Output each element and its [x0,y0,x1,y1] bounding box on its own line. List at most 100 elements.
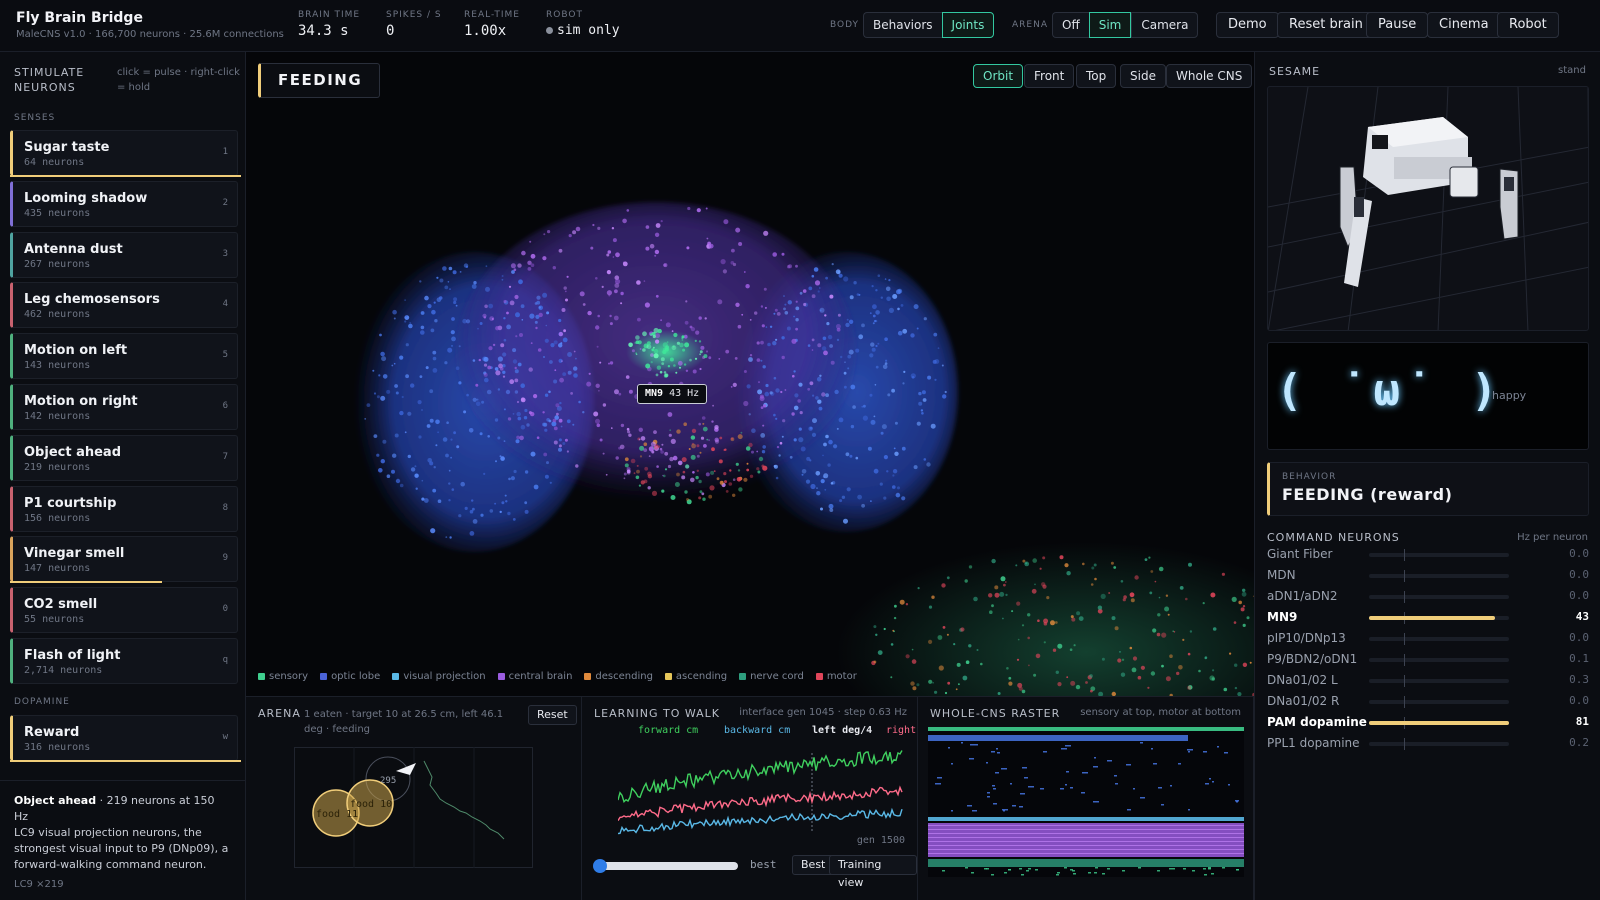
neuron-point [553,426,558,431]
body-toggle: Behaviors Joints [863,12,995,38]
neuron-point [839,499,843,503]
stimulus-button[interactable]: Looming shadow 435 neurons 2 [10,180,238,227]
neuron-point [582,303,586,306]
raster-band [1208,868,1211,870]
raster-band [942,870,945,872]
brain-viewport[interactable]: FEEDING Orbit Front Top Side Whole CNS M… [246,52,1254,696]
arena-off-button[interactable]: Off [1052,12,1089,38]
stimulus-button[interactable]: P1 courtship 156 neurons 8 [10,485,238,532]
command-neuron-row[interactable]: DNa01/02 R 0.0 [1267,692,1589,712]
neuron-point [432,368,438,373]
neuron-point [696,469,699,472]
view-orbit-button[interactable]: Orbit [973,64,1024,88]
bar-tick [1404,654,1405,666]
stimulus-button[interactable]: Motion on left 143 neurons 5 [10,333,238,380]
stimulus-button[interactable]: Reward 316 neurons w [10,715,241,762]
neuron-point [1241,591,1247,597]
view-whole-cns-button[interactable]: Whole CNS [1166,64,1253,88]
legend-swatch [258,673,265,680]
brain-render[interactable] [246,52,1254,696]
command-neuron-row[interactable]: MDN 0.0 [1267,566,1589,586]
stimulus-button[interactable]: CO2 smell 55 neurons 0 [10,587,238,634]
neuron-point [431,309,436,315]
raster-band [937,777,942,779]
neurons-word: neurons [48,411,91,422]
view-front-button[interactable]: Front [1024,64,1075,88]
cinema-button[interactable]: Cinema [1427,12,1501,38]
generation-slider[interactable] [593,859,738,873]
neuron-point [1240,607,1245,612]
neuron-tag[interactable]: MN9 43 Hz [637,384,708,404]
neuron-point [1034,583,1036,586]
arena-sim-button[interactable]: Sim [1088,12,1132,38]
arena-reset-button[interactable]: Reset [528,705,577,725]
neuron-point [654,232,660,237]
neuron-point [660,357,665,362]
neuron-point [437,431,439,434]
neuron-point [1054,621,1058,624]
raster-band [1019,806,1023,808]
command-neuron-row[interactable]: P9/BDN2/oDN1 0.1 [1267,650,1589,670]
neuron-point [386,474,391,479]
command-neuron-row[interactable]: aDN1/aDN2 0.0 [1267,587,1589,607]
behavior-label: BEHAVIOR [1282,472,1337,482]
neuron-point [558,438,562,442]
arena-map[interactable]: 295 food 11 food 10 [294,747,534,869]
neuron-point [638,484,641,487]
neuron-point [783,307,786,311]
command-neuron-row[interactable]: pIP10/DNp13 0.0 [1267,629,1589,649]
neuron-point [543,233,546,236]
raster-band [948,747,950,749]
neuron-point [960,627,965,632]
best-button[interactable]: Best [792,855,835,875]
stat-spikes: SPIKES / S 0 [386,10,442,39]
training-view-button[interactable]: Training view [829,855,917,889]
pause-button[interactable]: Pause [1366,12,1429,38]
neuron-point [405,315,407,318]
stimulus-button[interactable]: Vinegar smell 147 neurons 9 [10,536,238,584]
bar-tick [1404,738,1405,750]
command-neuron-row[interactable]: DNa01/02 L 0.3 [1267,671,1589,691]
reset-brain-button[interactable]: Reset brain [1277,12,1375,38]
neuron-point [1147,686,1150,689]
stat-brain-time: BRAIN TIME 34.3 s [298,10,360,39]
raster-band [1172,868,1175,870]
command-neuron-row[interactable]: MN9 43 [1267,608,1589,628]
stimulus-button[interactable]: Sugar taste 64 neurons 1 [10,130,241,177]
stimulus-button[interactable]: Flash of light 2,714 neurons q [10,638,238,684]
stimulus-button[interactable]: Object ahead 219 neurons 7 [10,434,238,481]
view-side-button[interactable]: Side [1120,64,1166,88]
robot-3d-view[interactable] [1267,86,1589,331]
body-joints-button[interactable]: Joints [941,12,995,38]
neuron-point [875,365,879,369]
neuron-point [458,381,462,385]
neuron-point [512,518,516,521]
neuron-point [657,445,660,448]
neuron-point [838,417,844,423]
view-top-button[interactable]: Top [1076,64,1117,88]
stimulus-button[interactable]: Leg chemosensors 462 neurons 4 [10,282,238,329]
command-neuron-row[interactable]: PAM dopamine 81 [1267,713,1589,733]
demo-button[interactable]: Demo [1216,12,1279,38]
raster-band [1057,872,1060,874]
neuron-point [500,456,505,461]
stimulus-button[interactable]: Antenna dust 267 neurons 3 [10,231,238,278]
robot-button[interactable]: Robot [1497,12,1559,38]
robot-render[interactable] [1268,87,1589,331]
arena-camera-button[interactable]: Camera [1131,12,1199,38]
command-neuron-row[interactable]: PPL1 dopamine 0.2 [1267,734,1589,754]
stimulus-hotkey: 4 [222,299,228,310]
body-behaviors-button[interactable]: Behaviors [863,12,942,38]
command-neuron-row[interactable]: Giant Fiber 0.0 [1267,545,1589,565]
neuron-point [923,458,927,461]
stimulus-name: Object ahead [24,444,121,460]
neuron-point [502,375,506,378]
stimulus-hotkey: 6 [222,401,228,411]
neuron-point [1221,572,1225,576]
slider-handle[interactable] [593,859,607,873]
neuron-point [435,419,440,425]
neuron-point [782,419,786,423]
stimulus-button[interactable]: Motion on right 142 neurons 6 [10,384,238,430]
neuron-point [485,265,488,268]
neuron-point [1150,570,1154,573]
